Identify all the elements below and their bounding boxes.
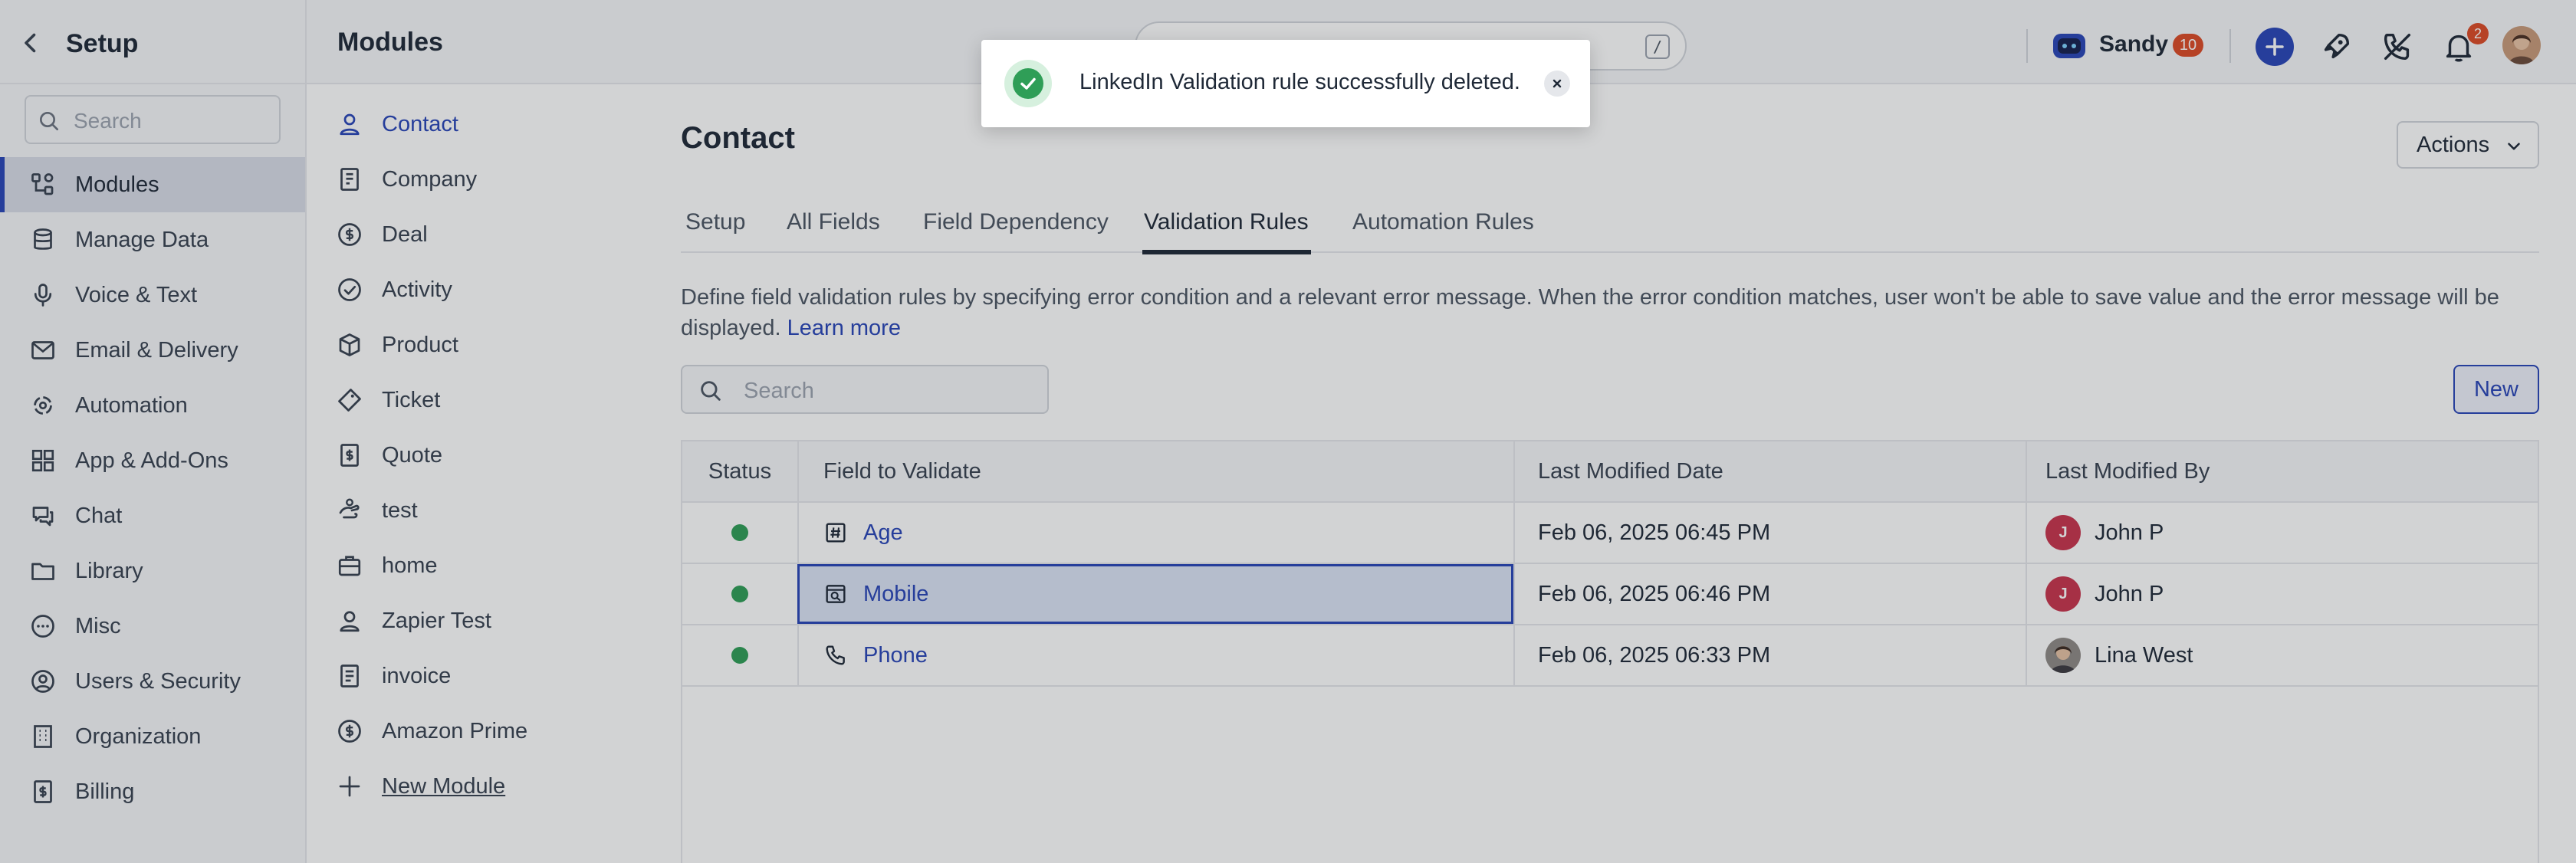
- toast-message: LinkedIn Validation rule successfully de…: [1079, 70, 1520, 94]
- toast-close-button[interactable]: [1544, 71, 1570, 97]
- success-toast: LinkedIn Validation rule successfully de…: [981, 40, 1590, 127]
- check-icon: [1020, 77, 1036, 90]
- close-icon: [1552, 79, 1562, 88]
- modal-backdrop: [0, 0, 2576, 863]
- success-check-circle: [1013, 68, 1043, 99]
- success-icon-ring: [1004, 60, 1052, 107]
